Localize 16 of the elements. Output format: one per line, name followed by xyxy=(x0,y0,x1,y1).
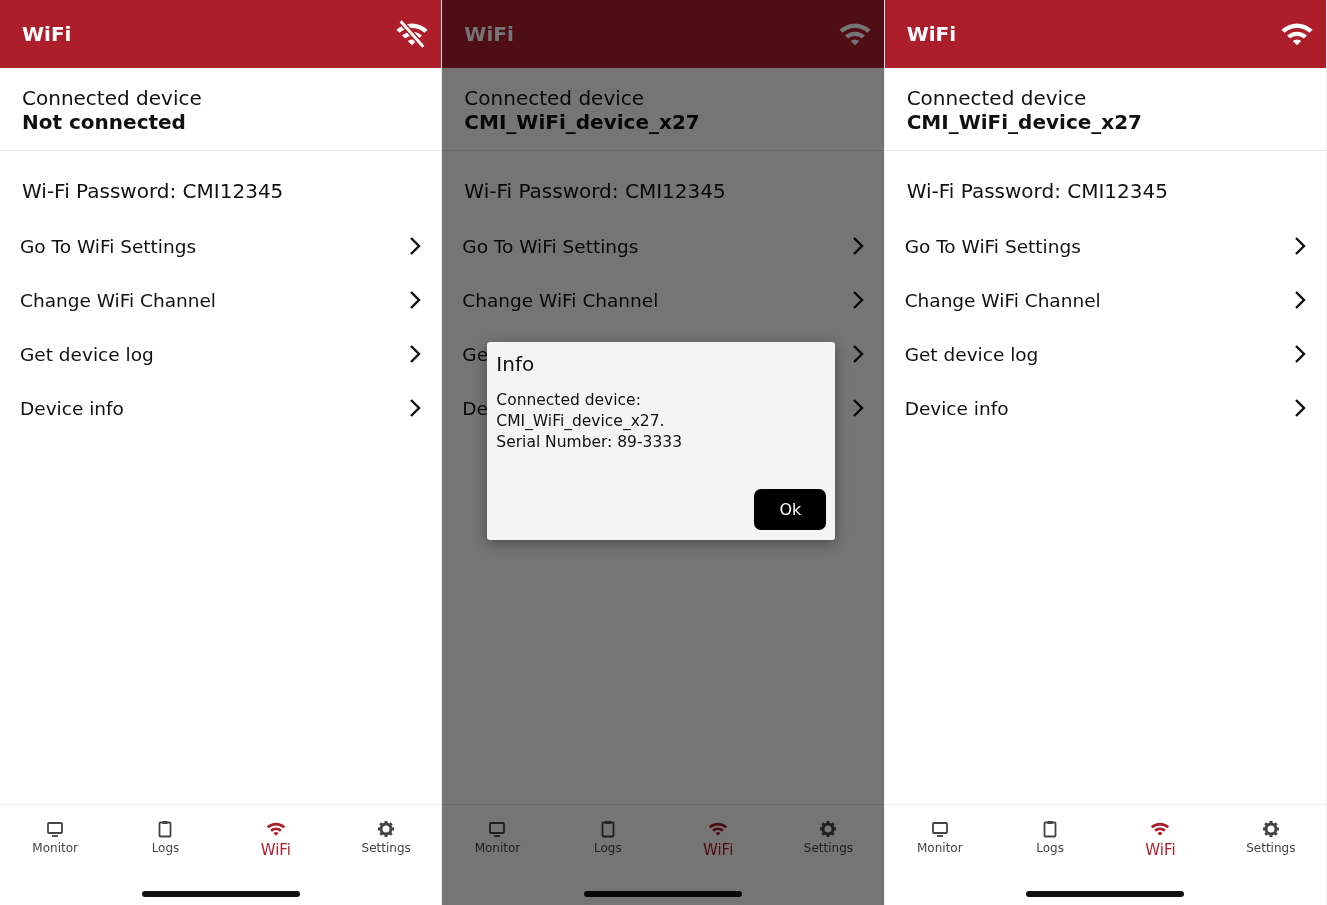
connected-device-value: Not connected xyxy=(22,110,187,134)
connected-device-label: Connected device xyxy=(22,86,203,110)
wifi-password-text: Wi-Fi Password: CMI12345 xyxy=(905,178,1169,205)
header-title: WiFi xyxy=(906,22,957,46)
wifi-password-text: Wi-Fi Password: CMI12345 xyxy=(463,178,727,205)
dialog-message-line: CMI_WiFi_device_x27. xyxy=(496,411,666,432)
header-title: WiFi xyxy=(464,22,514,46)
connected-device-label: Connected device xyxy=(906,86,1088,110)
connected-device-value: CMI_WiFi_device_x27 xyxy=(464,110,701,134)
dialog-message-line: Connected device: xyxy=(496,390,642,411)
connected-device-value: CMI_WiFi_device_x27 xyxy=(906,110,1144,134)
wifi-password-text: Wi-Fi Password: CMI12345 xyxy=(21,178,285,205)
dialog-title: Info xyxy=(496,352,536,376)
dialog-message-line: Serial Number: 89-3333 xyxy=(496,432,684,453)
connected-device-label: Connected device xyxy=(464,86,646,110)
header-title: WiFi xyxy=(22,22,72,46)
